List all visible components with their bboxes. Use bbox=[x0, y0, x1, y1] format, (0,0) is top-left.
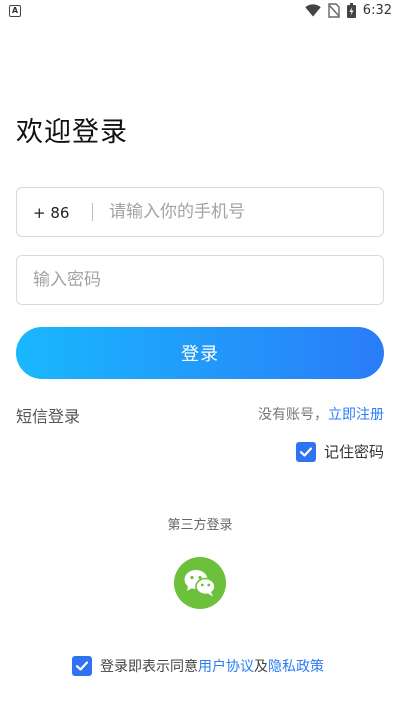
register-row: 没有账号，立即注册 bbox=[258, 404, 384, 424]
code-divider bbox=[92, 203, 93, 221]
wifi-icon bbox=[305, 4, 321, 17]
battery-icon bbox=[346, 3, 356, 18]
country-code-selector[interactable]: + 86 bbox=[33, 188, 69, 238]
sms-login-link[interactable]: 短信登录 bbox=[16, 403, 80, 427]
phone-field[interactable]: + 86 bbox=[16, 187, 384, 237]
status-bar: A 6:32 bbox=[0, 0, 400, 24]
agreement-row: 登录即表示同意用户协议及隐私政策 bbox=[72, 656, 324, 676]
checkmark-icon bbox=[299, 446, 313, 457]
page-title: 欢迎登录 bbox=[16, 117, 128, 148]
third-party-login-label: 第三方登录 bbox=[167, 518, 233, 533]
remember-password-checkbox[interactable] bbox=[295, 441, 316, 462]
checkmark-icon bbox=[75, 661, 89, 671]
user-agreement-link[interactable]: 用户协议 bbox=[198, 659, 254, 675]
agreement-text: 登录即表示同意用户协议及隐私政策 bbox=[100, 656, 324, 676]
wechat-icon bbox=[184, 570, 216, 597]
remember-password-row[interactable]: 记住密码 bbox=[295, 441, 384, 462]
privacy-policy-link[interactable]: 隐私政策 bbox=[268, 659, 324, 675]
no-sim-icon bbox=[328, 3, 340, 18]
password-field[interactable] bbox=[16, 255, 384, 305]
agreement-checkbox[interactable] bbox=[72, 656, 92, 676]
app-notification-icon: A bbox=[9, 5, 21, 17]
agreement-and: 及 bbox=[254, 659, 268, 675]
agreement-prefix: 登录即表示同意 bbox=[100, 659, 198, 675]
wechat-login-button[interactable] bbox=[174, 557, 226, 609]
remember-password-label: 记住密码 bbox=[323, 443, 384, 461]
clock-time: 6:32 bbox=[362, 3, 392, 18]
status-icons: 6:32 bbox=[305, 3, 392, 18]
no-account-text: 没有账号， bbox=[258, 407, 328, 423]
phone-input[interactable] bbox=[109, 188, 369, 236]
register-link[interactable]: 立即注册 bbox=[328, 407, 384, 423]
login-button[interactable]: 登录 bbox=[16, 327, 384, 379]
password-input[interactable] bbox=[33, 256, 363, 304]
